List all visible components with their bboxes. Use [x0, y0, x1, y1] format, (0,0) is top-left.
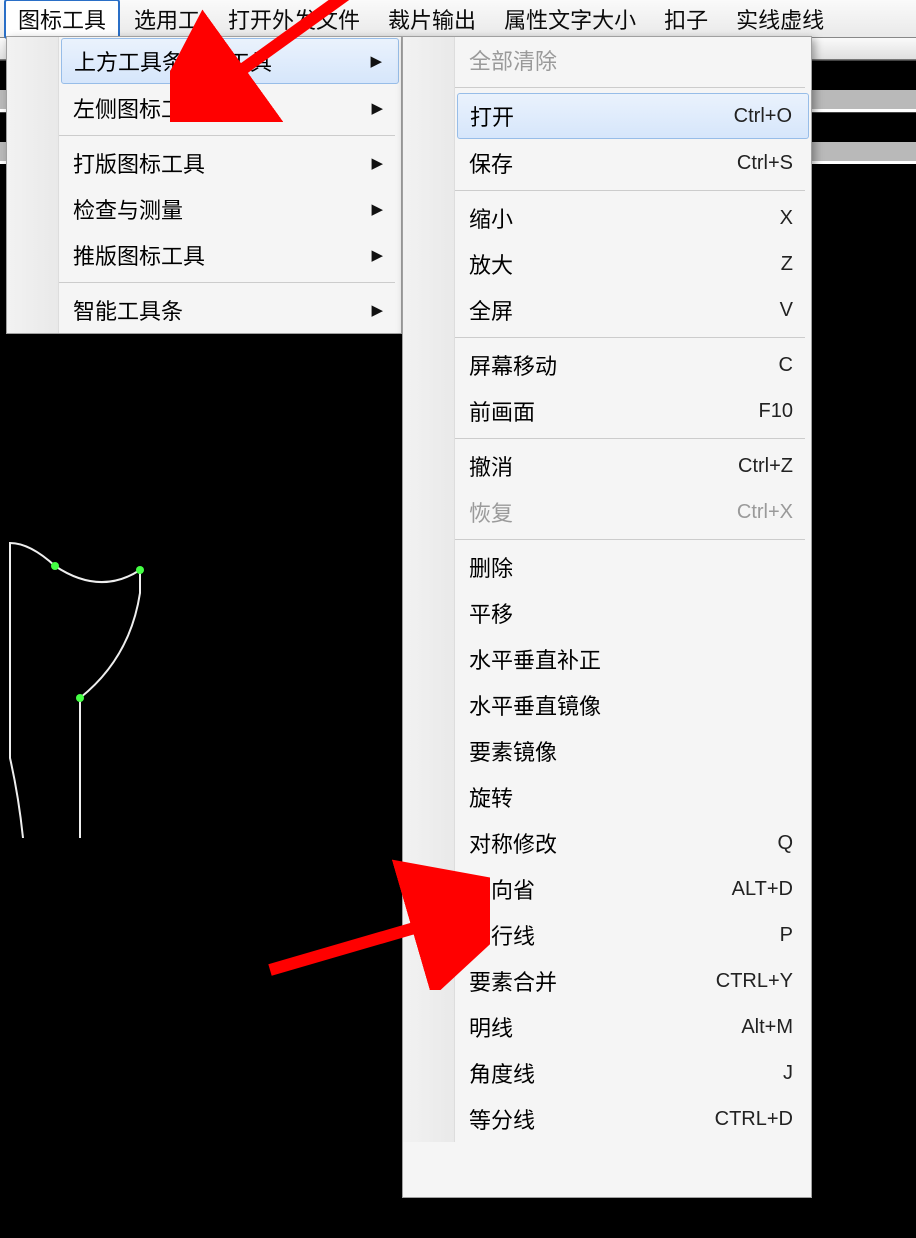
submenu-label: 上方工具条图标工具 — [74, 45, 370, 77]
chevron-right-icon: ▶ — [371, 246, 383, 264]
submenu2-item[interactable]: 平移 — [455, 590, 811, 636]
submenu-item-pattern-tools[interactable]: 打版图标工具 ▶ — [59, 140, 401, 186]
submenu2-label: 恢复 — [469, 496, 683, 528]
submenu-label: 检查与测量 — [73, 193, 371, 225]
submenu2-shortcut: CTRL+Y — [683, 970, 793, 993]
submenu2-shortcut: ALT+D — [683, 878, 793, 901]
submenu2-shortcut: Q — [683, 832, 793, 855]
menu-attr-text-size[interactable]: 属性文字大小 — [490, 0, 650, 39]
submenu2-label: 屏幕移动 — [469, 349, 683, 381]
submenu2-item[interactable]: 水平垂直镜像 — [455, 682, 811, 728]
chevron-right-icon: ▶ — [370, 52, 382, 70]
submenu2-shortcut: V — [683, 299, 793, 322]
submenu2-item[interactable]: 旋转 — [455, 774, 811, 820]
submenu2-label: 缩小 — [469, 202, 683, 234]
submenu2-shortcut: J — [683, 1062, 793, 1085]
submenu2-label: 明线 — [469, 1011, 683, 1043]
submenu2-item[interactable]: 撤消Ctrl+Z — [455, 443, 811, 489]
menu-open-file[interactable]: 打开外发文件 — [214, 0, 374, 39]
submenu2-item[interactable]: 角度线J — [455, 1050, 811, 1096]
menubar: 图标工具 选用工 打开外发文件 裁片输出 属性文字大小 扣子 实线虚线 — [0, 0, 916, 38]
chevron-right-icon: ▶ — [371, 301, 383, 319]
submenu2-label: 删除 — [469, 551, 683, 583]
submenu2-shortcut: Z — [683, 253, 793, 276]
submenu2-item[interactable]: 缩小X — [455, 195, 811, 241]
submenu2-label: 水平垂直补正 — [469, 643, 683, 675]
menu-piece-output[interactable]: 裁片输出 — [374, 0, 490, 39]
submenu2-shortcut: Alt+M — [683, 1016, 793, 1039]
menu-line-dash[interactable]: 实线虚线 — [722, 0, 838, 39]
submenu2-item[interactable]: 全部清除 — [455, 37, 811, 83]
submenu2-shortcut: Ctrl+Z — [683, 455, 793, 478]
submenu2-shortcut: F10 — [683, 400, 793, 423]
submenu2-shortcut: P — [683, 924, 793, 947]
submenu-label: 打版图标工具 — [73, 147, 371, 179]
chevron-right-icon: ▶ — [371, 99, 383, 117]
submenu2-label: 水平垂直镜像 — [469, 689, 683, 721]
submenu-item-inspect[interactable]: 检查与测量 ▶ — [59, 186, 401, 232]
submenu2-label: 单向省 — [469, 873, 683, 905]
submenu2-item[interactable]: 放大Z — [455, 241, 811, 287]
menu-icon-tools[interactable]: 图标工具 — [4, 0, 120, 39]
submenu2-label: 平移 — [469, 597, 683, 629]
submenu2-item[interactable]: 保存Ctrl+S — [455, 140, 811, 186]
submenu2-shortcut: X — [683, 207, 793, 230]
submenu2-item[interactable]: 平行线P — [455, 912, 811, 958]
submenu2-shortcut: C — [683, 354, 793, 377]
submenu2-label: 放大 — [469, 248, 683, 280]
submenu2-label: 保存 — [469, 147, 683, 179]
submenu2-label: 对称修改 — [469, 827, 683, 859]
submenu-item-left-toolbar[interactable]: 左侧图标工具 ▶ — [59, 85, 401, 131]
submenu2-item[interactable]: 恢复Ctrl+X — [455, 489, 811, 535]
submenu2-item[interactable]: 对称修改Q — [455, 820, 811, 866]
submenu2-label: 要素合并 — [469, 965, 683, 997]
submenu2-item[interactable]: 单向省ALT+D — [455, 866, 811, 912]
submenu2-shortcut: Ctrl+X — [683, 501, 793, 524]
submenu2-shortcut: Ctrl+S — [683, 152, 793, 175]
submenu2-label: 要素镜像 — [469, 735, 683, 767]
submenu2-label: 平行线 — [469, 919, 683, 951]
menu-button[interactable]: 扣子 — [650, 0, 722, 39]
submenu2-item[interactable]: 等分线CTRL+D — [455, 1096, 811, 1142]
submenu2-item[interactable]: 全屏V — [455, 287, 811, 333]
submenu2-label: 角度线 — [469, 1057, 683, 1089]
submenu2-label: 旋转 — [469, 781, 683, 813]
submenu-item-top-toolbar[interactable]: 上方工具条图标工具 ▶ — [61, 38, 399, 84]
submenu2-item[interactable]: 要素镜像 — [455, 728, 811, 774]
submenu2-label: 前画面 — [469, 395, 683, 427]
submenu2-item[interactable]: 要素合并CTRL+Y — [455, 958, 811, 1004]
submenu2-item[interactable]: 打开Ctrl+O — [457, 93, 809, 139]
submenu2-item[interactable]: 水平垂直补正 — [455, 636, 811, 682]
submenu2-item[interactable]: 前画面F10 — [455, 388, 811, 434]
menu-select-tool[interactable]: 选用工 — [120, 0, 214, 39]
submenu-label: 推版图标工具 — [73, 239, 371, 271]
submenu2-label: 等分线 — [469, 1103, 683, 1135]
submenu-label: 智能工具条 — [73, 294, 371, 326]
chevron-right-icon: ▶ — [371, 154, 383, 172]
submenu2-shortcut: CTRL+D — [683, 1108, 793, 1131]
submenu2-label: 全屏 — [469, 294, 683, 326]
submenu-label: 左侧图标工具 — [73, 92, 371, 124]
submenu2-label: 全部清除 — [469, 44, 683, 76]
submenu2-item[interactable]: 明线Alt+M — [455, 1004, 811, 1050]
submenu2-item[interactable]: 删除 — [455, 544, 811, 590]
submenu2-item[interactable]: 屏幕移动C — [455, 342, 811, 388]
submenu-item-smart-toolbar[interactable]: 智能工具条 ▶ — [59, 287, 401, 333]
submenu2-shortcut: Ctrl+O — [682, 105, 792, 128]
submenu-item-grading[interactable]: 推版图标工具 ▶ — [59, 232, 401, 278]
submenu-icon-tools: 上方工具条图标工具 ▶ 左侧图标工具 ▶ 打版图标工具 ▶ 检查与测量 ▶ 推版… — [6, 36, 402, 334]
submenu-top-toolbar-items: 全部清除打开Ctrl+O保存Ctrl+S缩小X放大Z全屏V屏幕移动C前画面F10… — [402, 36, 812, 1198]
chevron-right-icon: ▶ — [371, 200, 383, 218]
submenu2-label: 撤消 — [469, 450, 683, 482]
submenu2-label: 打开 — [470, 100, 682, 132]
